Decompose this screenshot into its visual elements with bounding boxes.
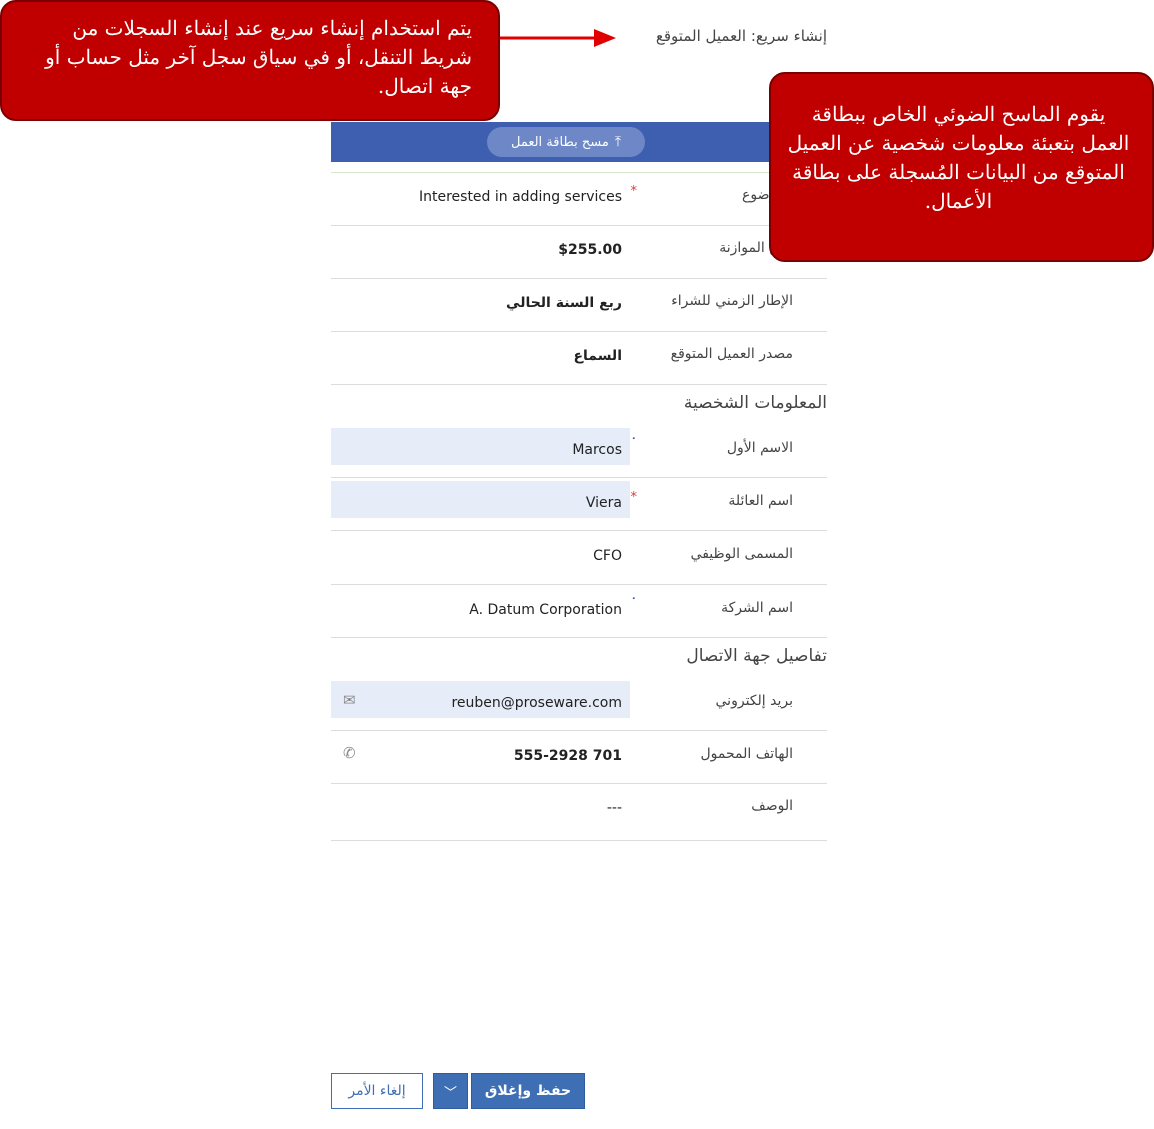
field-first-name[interactable]: الاسم الأول ˙ Marcos [331,426,827,478]
chevron-down-icon: ﹀ [443,1085,457,1101]
field-value[interactable]: Viera [586,495,622,511]
field-label: الهاتف المحمول [700,746,794,762]
field-value[interactable]: --- [607,800,622,816]
field-budget[interactable]: مبلغ الموازنة $255.00 [331,226,827,279]
field-job-title[interactable]: المسمى الوظيفي CFO [331,532,827,585]
field-label: الاسم الأول [726,440,793,456]
recommended-indicator: ˙ [630,597,638,612]
email-icon[interactable]: ✉ [343,691,356,709]
field-label: اسم العائلة [728,493,793,509]
callout-quick-create: يتم استخدام إنشاء سريع عند إنشاء السجلات… [0,0,500,121]
field-topic[interactable]: الموضوع * Interested in adding services [331,173,827,226]
save-options-dropdown[interactable]: ﹀ [433,1073,468,1109]
recommended-indicator: ˙ [630,437,638,452]
field-mobile-phone[interactable]: ✆ الهاتف المحمول 555-2928 701 [331,732,827,784]
required-indicator: * [630,184,638,199]
field-label: مصدر العميل المتوقع [670,346,793,362]
field-value[interactable]: 555-2928 701 [514,748,622,764]
section-contact-title: تفاصيل جهة الاتصال [686,646,827,666]
field-value[interactable]: Marcos [572,442,622,458]
field-label: اسم الشركة [721,600,793,616]
field-label: المسمى الوظيفي [690,546,793,562]
upload-arrow-icon: ⤒ [614,134,622,150]
field-purchase-timeframe[interactable]: الإطار الزمني للشراء ربع السنة الحالي [331,279,827,332]
field-description[interactable]: الوصف --- [331,784,827,841]
callout-business-card-scanner: يقوم الماسح الضوئي الخاص ببطاقة العمل بت… [769,72,1154,262]
field-lead-source[interactable]: مصدر العميل المتوقع السماع [331,332,827,385]
field-value[interactable]: A. Datum Corporation [469,602,622,618]
callout-arrow-right [498,29,616,47]
field-email[interactable]: ✉ بريد إلكتروني reuben@proseware.com [331,679,827,731]
field-value[interactable]: ربع السنة الحالي [506,295,622,311]
scan-bar: ⤒ مسح بطاقة العمل [331,122,827,162]
field-value[interactable]: Interested in adding services [419,189,622,205]
field-label: الوصف [751,798,793,814]
field-value[interactable]: CFO [593,548,622,564]
save-and-close-button[interactable]: حفظ وإغلاق [471,1073,585,1109]
section-personal-title: المعلومات الشخصية [683,393,827,413]
field-label: بريد إلكتروني [715,693,793,709]
scan-business-card-button[interactable]: ⤒ مسح بطاقة العمل [487,127,645,157]
field-value[interactable]: السماع [573,348,622,364]
phone-icon[interactable]: ✆ [343,744,356,762]
field-label: الإطار الزمني للشراء [671,293,793,309]
scan-button-label: مسح بطاقة العمل [510,134,609,150]
field-value[interactable]: reuben@proseware.com [451,695,622,711]
field-company-name[interactable]: اسم الشركة ˙ A. Datum Corporation [331,586,827,638]
quick-create-title: إنشاء سريع: العميل المتوقع [655,27,827,45]
field-value[interactable]: $255.00 [558,242,622,258]
cancel-button[interactable]: إلغاء الأمر [331,1073,423,1109]
field-last-name[interactable]: اسم العائلة * Viera [331,479,827,531]
required-indicator: * [630,490,638,505]
